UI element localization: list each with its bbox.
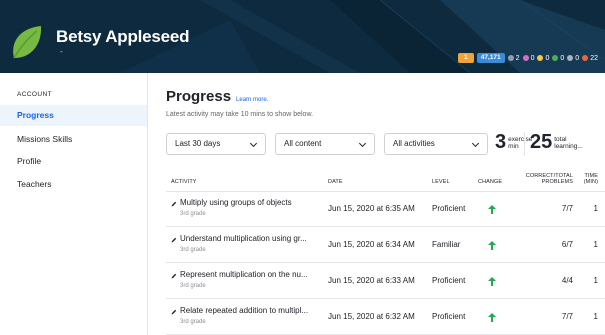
learn-more-link[interactable]: Learn more. bbox=[236, 97, 268, 103]
sidebar-item-missions-skills[interactable]: Missions Skills bbox=[0, 129, 147, 150]
table-row[interactable]: Relate repeated addition to multipl... 3… bbox=[166, 300, 605, 335]
user-name: Betsy Appleseed bbox=[56, 27, 190, 46]
sidebar-item-profile[interactable]: Profile bbox=[0, 151, 147, 172]
content-value: All content bbox=[284, 139, 322, 148]
learning-minutes-label: total bbox=[554, 135, 567, 143]
chevron-down-icon bbox=[358, 139, 367, 148]
moon-badge-icon bbox=[522, 55, 529, 61]
activities-dropdown[interactable]: All activities bbox=[384, 133, 488, 155]
activity-grade: 3rd grade bbox=[180, 211, 206, 217]
pencil-icon bbox=[171, 237, 177, 243]
learning-minutes-value: 25 bbox=[530, 131, 553, 153]
sun-badge-icon bbox=[552, 55, 559, 61]
exercise-minutes-value: 3 bbox=[495, 131, 507, 153]
activity-date: Jun 15, 2020 at 6:34 AM bbox=[328, 240, 415, 249]
arrow-up-icon bbox=[488, 205, 496, 214]
user-stats: 1 47,171 2 0 0 0 0 22 bbox=[457, 53, 598, 63]
sidebar-item-progress[interactable]: Progress bbox=[0, 105, 147, 126]
activity-title[interactable]: Relate repeated addition to multipl... bbox=[180, 306, 308, 315]
arrow-up-icon bbox=[488, 313, 496, 322]
badge-count-sun: 0 bbox=[552, 55, 564, 62]
content-dropdown[interactable]: All content bbox=[275, 133, 375, 155]
column-header-time[interactable]: TIME (MIN) bbox=[573, 173, 598, 185]
column-header-change[interactable]: CHANGE bbox=[478, 179, 502, 185]
badge-count-challenge: 22 bbox=[582, 55, 598, 62]
page-title: Progress bbox=[166, 88, 232, 105]
arrow-up-icon bbox=[488, 277, 496, 286]
user-username: - bbox=[60, 47, 63, 56]
exercise-minutes-summary: 3 exercise min bbox=[495, 131, 532, 154]
energy-points: 47,171 bbox=[476, 53, 505, 63]
column-header-date[interactable]: DATE bbox=[328, 179, 343, 185]
meteorite-badge-icon bbox=[507, 55, 514, 61]
column-header-activity[interactable]: ACTIVITY bbox=[171, 179, 197, 185]
pencil-icon bbox=[171, 201, 177, 207]
black-hole-badge-icon bbox=[567, 55, 574, 61]
activity-date: Jun 15, 2020 at 6:35 AM bbox=[328, 204, 415, 213]
activity-level: Proficient bbox=[432, 276, 466, 285]
badge-count-black-hole: 0 bbox=[567, 55, 579, 62]
activity-score: 7/7 bbox=[561, 204, 573, 213]
chevron-down-icon bbox=[249, 139, 258, 148]
progress-main: Progress Learn more. Latest activity may… bbox=[148, 73, 605, 335]
activity-grade: 3rd grade bbox=[180, 319, 206, 325]
arrow-up-icon bbox=[488, 241, 496, 250]
earth-badge-icon bbox=[537, 55, 544, 61]
activity-time: 1 bbox=[593, 240, 598, 249]
activity-score: 7/7 bbox=[561, 312, 573, 321]
profile-header: Betsy Appleseed - 1 47,171 2 0 0 0 0 22 bbox=[0, 0, 605, 73]
activity-level: Familiar bbox=[432, 240, 461, 249]
badge-count-earth: 0 bbox=[537, 55, 549, 62]
badge-count-meteorite: 2 bbox=[507, 55, 520, 62]
activity-time: 1 bbox=[593, 276, 598, 285]
activity-time: 1 bbox=[593, 312, 598, 321]
account-sidebar: ACCOUNT Progress Missions Skills Profile… bbox=[0, 73, 148, 335]
exercise-minutes-label: exercise bbox=[508, 135, 533, 143]
activity-grade: 3rd grade bbox=[180, 247, 206, 253]
activity-time: 1 bbox=[593, 204, 598, 213]
activity-level: Proficient bbox=[432, 204, 466, 213]
activity-title[interactable]: Multiply using groups of objects bbox=[180, 198, 292, 207]
learning-minutes-unit: learning... bbox=[554, 142, 583, 150]
badge-count-moon: 0 bbox=[522, 55, 534, 62]
sidebar-heading: ACCOUNT bbox=[17, 91, 52, 98]
activities-value: All activities bbox=[393, 139, 435, 148]
pencil-icon bbox=[171, 273, 177, 279]
leaf-avatar-icon bbox=[13, 26, 42, 59]
time-range-dropdown[interactable]: Last 30 days bbox=[166, 133, 266, 155]
sidebar-item-teachers[interactable]: Teachers bbox=[0, 174, 147, 195]
activity-date: Jun 15, 2020 at 6:33 AM bbox=[328, 276, 415, 285]
page-subtitle: Latest activity may take 10 mins to show… bbox=[166, 111, 314, 118]
activity-level: Proficient bbox=[432, 312, 466, 321]
streak-badge: 1 bbox=[457, 53, 474, 63]
time-range-value: Last 30 days bbox=[175, 139, 221, 148]
title-row: Progress Learn more. bbox=[166, 88, 268, 105]
learning-minutes-summary: 25 total learning... bbox=[530, 131, 583, 154]
activity-score: 4/4 bbox=[561, 276, 573, 285]
table-row[interactable]: Understand multiplication using gr... 3r… bbox=[166, 228, 605, 263]
activity-grade: 3rd grade bbox=[180, 283, 206, 289]
activity-date: Jun 15, 2020 at 6:32 AM bbox=[328, 312, 415, 321]
exercise-minutes-unit: min bbox=[508, 142, 519, 150]
chevron-down-icon bbox=[471, 139, 480, 148]
table-row[interactable]: Represent multiplication on the nu... 3r… bbox=[166, 264, 605, 299]
activity-title[interactable]: Represent multiplication on the nu... bbox=[180, 270, 308, 279]
column-header-correct-total[interactable]: CORRECT/TOTAL PROBLEMS bbox=[511, 173, 573, 185]
summary-divider bbox=[524, 132, 525, 156]
activity-title[interactable]: Understand multiplication using gr... bbox=[180, 234, 307, 243]
column-header-level[interactable]: LEVEL bbox=[432, 179, 450, 185]
pencil-icon bbox=[171, 309, 177, 315]
challenge-patch-icon bbox=[582, 55, 589, 61]
activity-score: 6/7 bbox=[561, 240, 573, 249]
table-row[interactable]: Multiply using groups of objects 3rd gra… bbox=[166, 192, 605, 227]
